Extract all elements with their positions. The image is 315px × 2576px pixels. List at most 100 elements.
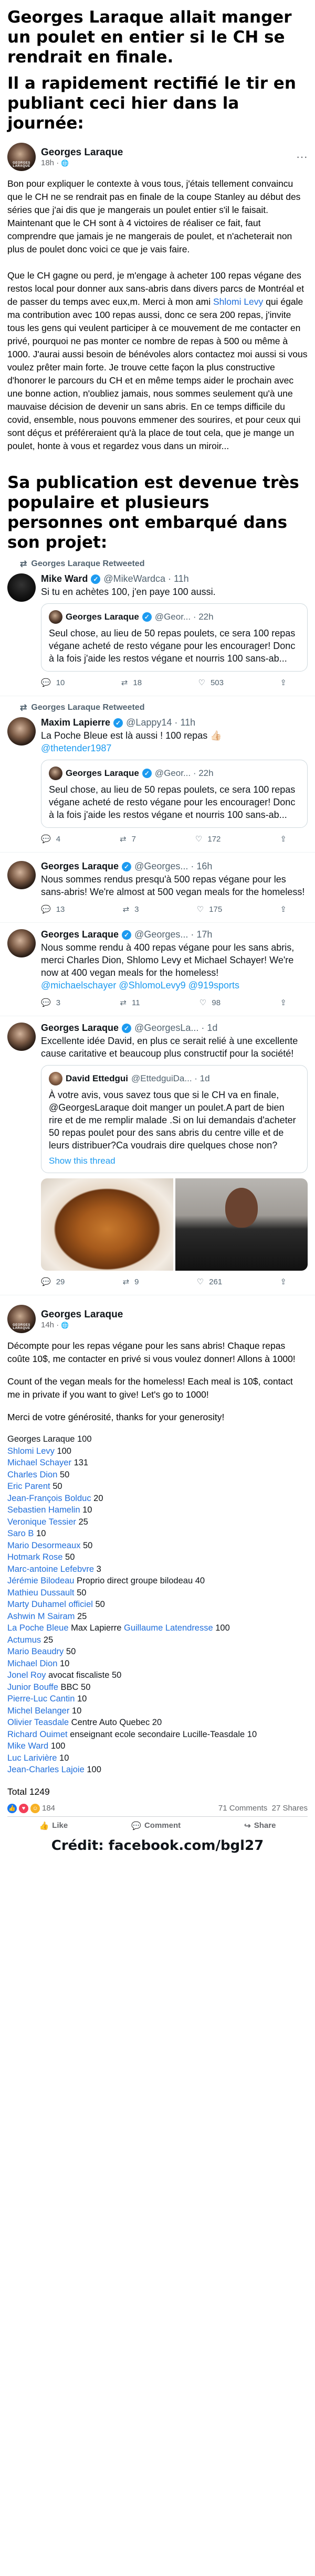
reactions-summary[interactable]: 👍 ♥ ☺ 184 [7, 1803, 55, 1813]
donor-mention[interactable]: Mathieu Dussault [7, 1588, 74, 1598]
donor-mention[interactable]: Michael Dion [7, 1659, 57, 1668]
tweet[interactable]: ⇄ Georges Laraque Retweeted Mike Ward ✓ @Mi… [0, 552, 315, 696]
avatar[interactable] [7, 929, 36, 957]
author-name[interactable]: Mike Ward [41, 573, 88, 584]
donor-mention[interactable]: La Poche Bleue [7, 1623, 69, 1633]
like-button[interactable]: ♡ 503 [198, 678, 223, 688]
avatar[interactable] [7, 861, 36, 889]
retweet-button[interactable]: ⇄ 7 [120, 834, 136, 844]
like-button[interactable]: ♡ 261 [197, 1277, 222, 1287]
heart-icon: ♡ [196, 905, 204, 914]
donor-mention[interactable]: Mario Beaudry [7, 1647, 64, 1656]
mention-links[interactable]: @michaelschayer @ShlomoLevy9 @919sports [41, 980, 239, 991]
portrait-image[interactable] [175, 1178, 308, 1271]
like-button[interactable]: 👍 Like [39, 1821, 68, 1830]
avatar[interactable] [7, 573, 36, 602]
donor-row: Michael Dion 10 [7, 1658, 308, 1670]
donor-mention[interactable]: Marc-antoine Lefebvre [7, 1564, 94, 1574]
retweet-button[interactable]: ⇄ 18 [121, 678, 142, 688]
retweet-count: 7 [131, 834, 136, 844]
retweet-button[interactable]: ⇄ 11 [120, 998, 140, 1008]
mention-link[interactable]: @thetender1987 [41, 743, 111, 753]
reply-button[interactable]: 💬 3 [41, 998, 60, 1008]
donor-mention[interactable]: Charles Dion [7, 1470, 57, 1479]
share-button[interactable]: ↪ Share [244, 1821, 276, 1830]
quoted-tweet[interactable]: Georges Laraque ✓ @Geor... · 22h Seul chos… [41, 760, 308, 828]
comments-count[interactable]: 71 Comments [218, 1804, 267, 1813]
donor-mention[interactable]: Veronique Tessier [7, 1517, 76, 1527]
avatar [49, 610, 62, 624]
donor-mention[interactable]: Saro B [7, 1529, 34, 1538]
like-count: 175 [209, 904, 223, 914]
donor-row: Charles Dion 50 [7, 1469, 308, 1481]
donor-mention[interactable]: Pierre-Luc Cantin [7, 1694, 75, 1704]
roast-chicken-image[interactable] [41, 1178, 173, 1271]
show-thread-link[interactable]: Show this thread [49, 1156, 300, 1166]
donor-mention[interactable]: Mike Ward [7, 1741, 48, 1751]
mention-link[interactable]: Shlomi Levy [213, 296, 263, 307]
author-name[interactable]: Georges Laraque [41, 929, 119, 940]
tweet[interactable]: ⇄ Georges Laraque Retweeted Maxim Lapierr… [0, 696, 315, 853]
donor-mention[interactable]: Mario Desormeaux [7, 1541, 80, 1550]
donor-row: La Poche Bleue Max Lapierre Guillaume La… [7, 1622, 308, 1634]
avatar[interactable] [7, 1023, 36, 1051]
quoted-tweet[interactable]: Georges Laraque ✓ @Geor... · 22h Seul chos… [41, 603, 308, 672]
avatar[interactable]: GEORGES LARAQUE [7, 1305, 36, 1333]
reply-button[interactable]: 💬 13 [41, 904, 65, 914]
reply-button[interactable]: 💬 29 [41, 1277, 65, 1287]
author-name[interactable]: Georges Laraque [41, 861, 119, 872]
donor-mention[interactable]: Jérémie Bilodeau [7, 1576, 75, 1585]
like-button[interactable]: ♡ 98 [200, 998, 221, 1008]
donor-mention[interactable]: Shlomi Levy [7, 1446, 55, 1456]
donor-amount: 50 [64, 1647, 76, 1656]
tweet[interactable]: Georges Laraque ✓ @Georges... · 17h Nous s… [0, 923, 315, 1016]
share-button[interactable]: ⇪ [280, 904, 287, 914]
donor-mention[interactable]: Michael Schayer [7, 1458, 71, 1467]
reply-button[interactable]: 💬 10 [41, 678, 65, 688]
donor-mention[interactable]: Luc Larivière [7, 1753, 57, 1763]
donor-mention[interactable]: Jonel Roy [7, 1670, 46, 1680]
donor-mention[interactable]: Jean-Charles Lajoie [7, 1765, 85, 1774]
donor-mention[interactable]: Olivier Teasdale [7, 1718, 69, 1727]
like-button[interactable]: ♡ 172 [195, 834, 220, 844]
share-button[interactable]: ⇪ [280, 834, 287, 844]
donor-mention[interactable]: Guillaume Latendresse [124, 1623, 213, 1633]
more-options-icon[interactable]: ··· [296, 150, 308, 164]
avatar[interactable]: GEORGES LARAQUE [7, 143, 36, 171]
donor-mention[interactable]: Eric Parent [7, 1482, 50, 1491]
reply-button[interactable]: 💬 4 [41, 834, 60, 844]
quoted-tweet[interactable]: David Ettedgui @EttedguiDa... · 1d À votr… [41, 1065, 308, 1173]
comment-button[interactable]: 💬 Comment [131, 1821, 181, 1830]
share-button[interactable]: ⇪ [280, 678, 287, 687]
donor-mention[interactable]: Jean-François Bolduc [7, 1494, 91, 1503]
donor-mention[interactable]: Michel Belanger [7, 1706, 69, 1716]
author-name[interactable]: Georges Laraque [41, 1309, 123, 1321]
donor-mention[interactable]: Junior Bouffe [7, 1683, 58, 1692]
donor-row: Sebastien Hamelin 10 [7, 1504, 308, 1516]
donor-mention[interactable]: Marty Duhamel officiel [7, 1600, 93, 1609]
donor-mention[interactable]: Ashwin M Sairam [7, 1612, 75, 1621]
retweet-button[interactable]: ⇄ 9 [123, 1277, 139, 1287]
donor-mention[interactable]: Sebastien Hamelin [7, 1505, 80, 1515]
retweet-button[interactable]: ⇄ 3 [123, 904, 139, 914]
donor-mention[interactable]: Hotmark Rose [7, 1552, 62, 1562]
shares-count[interactable]: 27 Shares [272, 1804, 308, 1813]
author-name[interactable]: Maxim Lapierre [41, 717, 110, 728]
avatar[interactable] [7, 717, 36, 746]
donor-mention[interactable]: Richard Ouimet [7, 1730, 68, 1739]
tweet[interactable]: Georges Laraque ✓ @Georges... · 16h Nous s… [0, 853, 315, 923]
donor-row: Mario Desormeaux 50 [7, 1540, 308, 1552]
tweet[interactable]: Georges Laraque ✓ @GeorgesLa... · 1d Excel… [0, 1016, 315, 1295]
author-name[interactable]: Georges Laraque [41, 1023, 119, 1034]
share-button[interactable]: ⇪ [280, 1277, 287, 1286]
donor-row: Ashwin M Sairam 25 [7, 1611, 308, 1623]
donor-amount: 50 [80, 1540, 93, 1550]
tweet-text: La Poche Bleue est là aussi ! 100 repas … [41, 730, 222, 741]
like-button[interactable]: ♡ 175 [197, 904, 222, 914]
like-count: 98 [212, 998, 221, 1007]
verified-icon: ✓ [142, 769, 152, 778]
reply-icon: 💬 [41, 835, 51, 844]
donor-mention[interactable]: Actumus [7, 1635, 41, 1645]
share-button[interactable]: ⇪ [280, 998, 287, 1007]
author-name[interactable]: Georges Laraque [41, 147, 123, 158]
